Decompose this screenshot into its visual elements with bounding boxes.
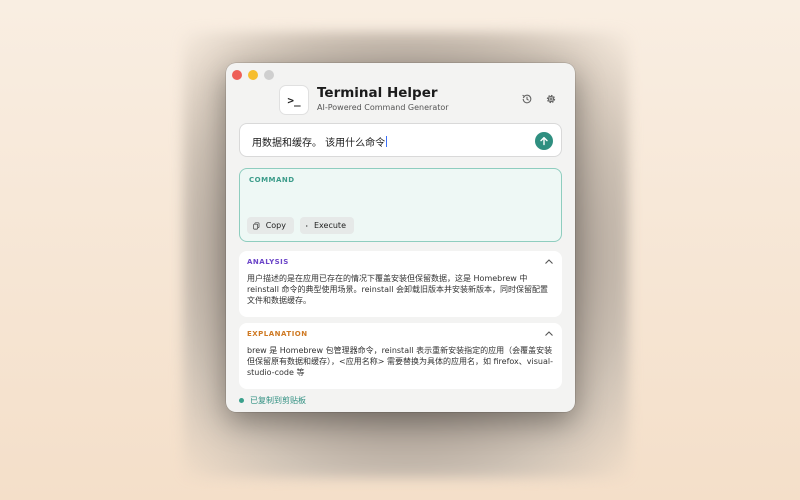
arrow-up-icon — [540, 136, 548, 146]
explanation-text: brew 是 Homebrew 包管理器命令，reinstall 表示重新安装指… — [247, 346, 553, 377]
history-icon — [522, 94, 532, 104]
status-text: 已复制到剪贴板 — [250, 396, 306, 405]
send-button[interactable] — [535, 132, 553, 150]
play-icon — [306, 224, 308, 227]
copy-icon — [253, 221, 260, 229]
app-window: >_ Terminal Helper AI-Powered Command Ge… — [226, 63, 575, 412]
explanation-label: EXPLANATION — [247, 330, 308, 338]
prompt-input[interactable]: 用数据和缓存。 该用什么命令 — [252, 134, 388, 149]
copy-button-label: Copy — [265, 221, 286, 230]
chevron-up-icon[interactable] — [544, 257, 554, 267]
status-bar: 已复制到剪贴板 — [239, 395, 306, 406]
analysis-label: ANALYSIS — [247, 258, 289, 266]
prompt-input-value: 用数据和缓存。 该用什么命令 — [252, 138, 386, 149]
analysis-card: ANALYSIS 用户描述的是在应用已存在的情况下覆盖安装但保留数据，这是 Ho… — [239, 251, 562, 317]
terminal-prompt-icon: >_ — [287, 93, 301, 107]
execute-button[interactable]: Execute — [300, 217, 354, 234]
analysis-text: 用户描述的是在应用已存在的情况下覆盖安装但保留数据，这是 Homebrew 中 … — [247, 274, 549, 305]
status-dot-icon — [239, 398, 244, 403]
window-controls — [232, 70, 274, 80]
chevron-up-icon[interactable] — [544, 329, 554, 339]
command-label: COMMAND — [249, 176, 295, 184]
command-panel: COMMAND Copy Execute — [239, 168, 562, 242]
prompt-input-box[interactable]: 用数据和缓存。 该用什么命令 — [239, 123, 562, 157]
text-caret — [386, 136, 388, 147]
minimize-window-button[interactable] — [248, 70, 258, 80]
zoom-window-button[interactable] — [264, 70, 274, 80]
history-button[interactable] — [520, 92, 534, 106]
close-window-button[interactable] — [232, 70, 242, 80]
explanation-card: EXPLANATION brew 是 Homebrew 包管理器命令，reins… — [239, 323, 562, 389]
settings-button[interactable] — [544, 92, 558, 106]
gear-icon — [546, 94, 556, 104]
app-title: Terminal Helper — [317, 85, 438, 101]
app-icon: >_ — [279, 85, 309, 115]
copy-button[interactable]: Copy — [247, 217, 294, 234]
execute-button-label: Execute — [314, 221, 346, 230]
app-subtitle: AI-Powered Command Generator — [317, 103, 449, 112]
